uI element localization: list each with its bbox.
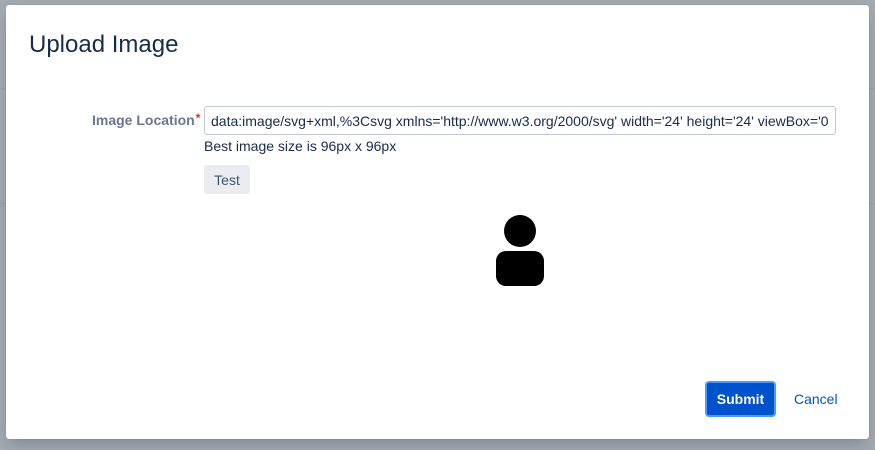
image-location-label: Image Location* bbox=[92, 111, 201, 128]
cancel-button[interactable]: Cancel bbox=[794, 391, 838, 407]
required-marker: * bbox=[195, 111, 201, 125]
test-button[interactable]: Test bbox=[204, 165, 250, 194]
submit-button[interactable]: Submit bbox=[705, 381, 776, 417]
user-icon bbox=[496, 215, 544, 286]
image-location-label-text: Image Location bbox=[92, 112, 195, 128]
image-size-hint: Best image size is 96px x 96px bbox=[204, 138, 397, 154]
user-icon-head bbox=[504, 215, 536, 247]
dialog-title: Upload Image bbox=[29, 31, 179, 58]
image-location-input[interactable] bbox=[204, 106, 836, 135]
upload-image-dialog: Upload Image Image Location* Best image … bbox=[6, 5, 869, 439]
user-icon-body bbox=[496, 251, 544, 286]
